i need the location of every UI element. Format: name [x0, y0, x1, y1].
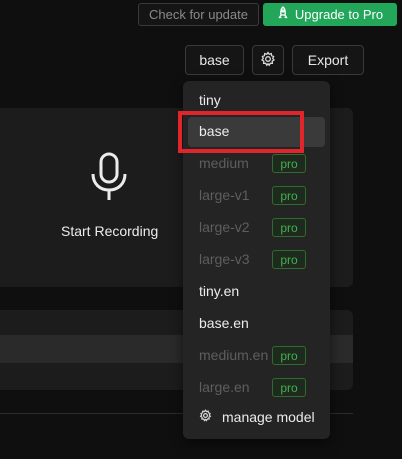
model-option-label: medium	[199, 155, 249, 171]
upgrade-label: Upgrade to Pro	[294, 7, 384, 22]
pro-badge: pro	[272, 218, 306, 237]
model-option-label: medium.en	[199, 347, 269, 363]
pro-badge: pro	[272, 378, 306, 397]
model-option-label: large-v2	[199, 219, 250, 235]
model-option-large-v1[interactable]: large-v1 pro	[183, 181, 330, 209]
manage-model-label: manage model	[222, 409, 315, 425]
model-option-label: base.en	[199, 315, 249, 331]
model-option-medium-en[interactable]: medium.en pro	[183, 341, 330, 369]
pro-badge: pro	[272, 250, 306, 269]
model-option-medium[interactable]: medium pro	[183, 149, 330, 177]
export-button[interactable]: Export	[292, 45, 364, 75]
model-option-label: tiny.en	[199, 283, 240, 299]
pro-badge: pro	[272, 186, 306, 205]
settings-button[interactable]	[252, 45, 284, 75]
manage-model-item[interactable]: manage model	[199, 409, 315, 425]
model-option-tiny[interactable]: tiny	[183, 86, 330, 114]
model-select-button[interactable]: base	[185, 45, 244, 75]
model-option-tiny-en[interactable]: tiny.en	[183, 277, 330, 305]
rocket-icon	[277, 6, 289, 23]
upgrade-to-pro-button[interactable]: Upgrade to Pro	[263, 3, 397, 26]
model-option-base-en[interactable]: base.en	[183, 309, 330, 337]
model-option-label: tiny	[199, 92, 221, 108]
start-recording-label[interactable]: Start Recording	[61, 223, 158, 239]
model-option-large-en[interactable]: large.en pro	[183, 373, 330, 401]
model-option-label: large-v1	[199, 187, 250, 203]
microphone-icon[interactable]	[90, 152, 128, 202]
gear-icon	[260, 50, 276, 70]
pro-badge: pro	[272, 154, 306, 173]
pro-badge: pro	[272, 346, 306, 365]
gear-icon	[199, 409, 212, 425]
annotation-highlight-box	[178, 111, 304, 153]
model-option-large-v2[interactable]: large-v2 pro	[183, 213, 330, 241]
model-option-large-v3[interactable]: large-v3 pro	[183, 245, 330, 273]
model-option-label: large-v3	[199, 251, 250, 267]
model-option-label: large.en	[199, 379, 250, 395]
check-for-update-button[interactable]: Check for update	[138, 3, 259, 26]
